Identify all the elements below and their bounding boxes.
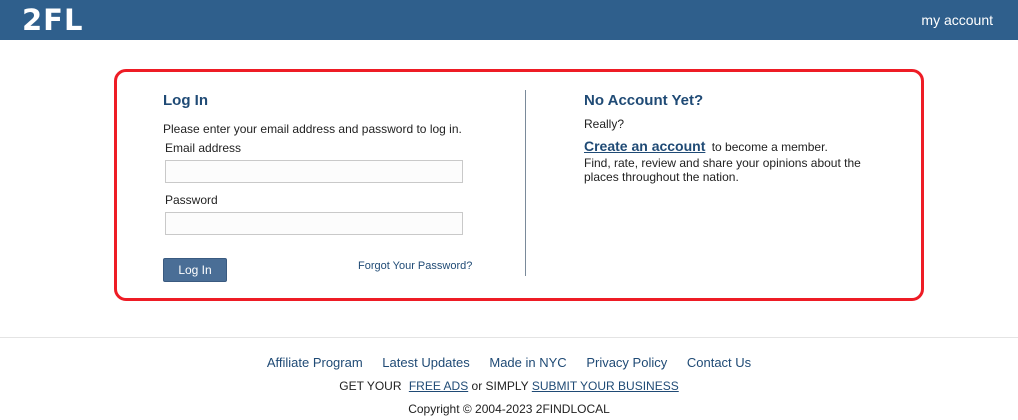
privacy-policy-link[interactable]: Privacy Policy [586, 355, 667, 370]
forgot-password-link[interactable]: Forgot Your Password? [358, 260, 472, 272]
footer-promo: GET YOUR FREE ADS or SIMPLY SUBMIT YOUR … [0, 379, 1018, 393]
signup-description: Find, rate, review and share your opinio… [584, 156, 861, 184]
login-intro-text: Please enter your email address and pass… [163, 122, 462, 136]
contact-us-link[interactable]: Contact Us [687, 355, 751, 370]
login-button[interactable]: Log In [163, 258, 227, 282]
signup-title: No Account Yet? [584, 92, 704, 109]
footer-divider [0, 337, 1018, 338]
login-panel: Log In Please enter your email address a… [114, 69, 924, 301]
login-title: Log In [163, 92, 208, 109]
password-label: Password [165, 193, 218, 207]
panel-divider [525, 90, 526, 276]
site-logo[interactable]: 2FL [22, 3, 83, 37]
email-label: Email address [165, 141, 242, 155]
latest-updates-link[interactable]: Latest Updates [382, 355, 469, 370]
or-simply-text: or SIMPLY [471, 379, 529, 393]
password-field[interactable] [165, 212, 463, 235]
create-account-link[interactable]: Create an account [584, 138, 705, 154]
footer-nav: Affiliate Program Latest Updates Made in… [0, 355, 1018, 370]
affiliate-program-link[interactable]: Affiliate Program [267, 355, 363, 370]
email-field[interactable] [165, 160, 463, 183]
top-header-bar: 2FL my account [0, 0, 1018, 40]
made-in-nyc-link[interactable]: Made in NYC [489, 355, 566, 370]
get-your-text: GET YOUR [339, 379, 402, 393]
really-text: Really? [584, 117, 625, 131]
copyright-text: Copyright © 2004-2023 2FINDLOCAL [408, 402, 610, 416]
create-account-suffix: to become a member. [711, 140, 828, 154]
free-ads-link[interactable]: FREE ADS [409, 379, 468, 393]
submit-business-link[interactable]: SUBMIT YOUR BUSINESS [532, 379, 679, 393]
create-account-line: Create an account to become a member. [584, 138, 828, 154]
my-account-link[interactable]: my account [921, 12, 993, 28]
